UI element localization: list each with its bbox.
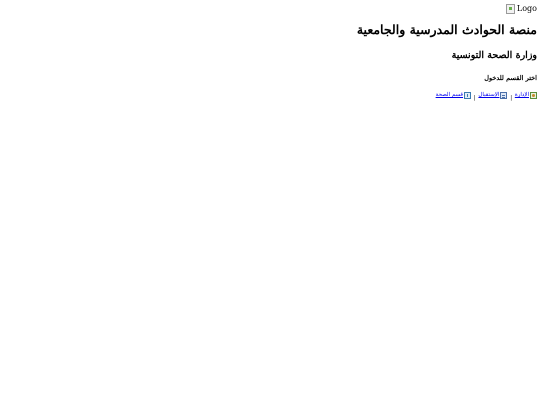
choose-section-prompt: اختر القسم للدخول — [484, 74, 537, 82]
logo-container: Logo — [3, 3, 537, 17]
admin-icon — [530, 91, 537, 99]
nav-link-health[interactable]: قسم الصحة — [435, 90, 472, 100]
nav-link-admin[interactable]: الإدارة — [515, 90, 537, 100]
ministry-heading: وزارة الصحة التونسية — [451, 50, 537, 61]
nav-link-reception[interactable]: الإستقبال — [478, 90, 508, 100]
logo-image: Logo — [505, 3, 537, 15]
broken-image-icon — [505, 4, 515, 14]
nav-separator: | — [473, 94, 476, 101]
reception-icon — [500, 91, 508, 99]
page: Logo منصة الحوادث المدرسية والجامعية وزا… — [0, 0, 540, 405]
nav-link-admin-label: الإدارة — [514, 92, 529, 98]
logo-alt-text: Logo — [516, 4, 537, 13]
health-icon — [464, 91, 472, 99]
section-nav: الإدارة | الإستقبال | قسم الصحة — [3, 90, 537, 103]
nav-link-health-label: قسم الصحة — [435, 92, 464, 98]
page-title: منصة الحوادث المدرسية والجامعية — [356, 22, 537, 37]
nav-separator: | — [510, 94, 513, 101]
nav-link-reception-label: الإستقبال — [478, 92, 500, 98]
